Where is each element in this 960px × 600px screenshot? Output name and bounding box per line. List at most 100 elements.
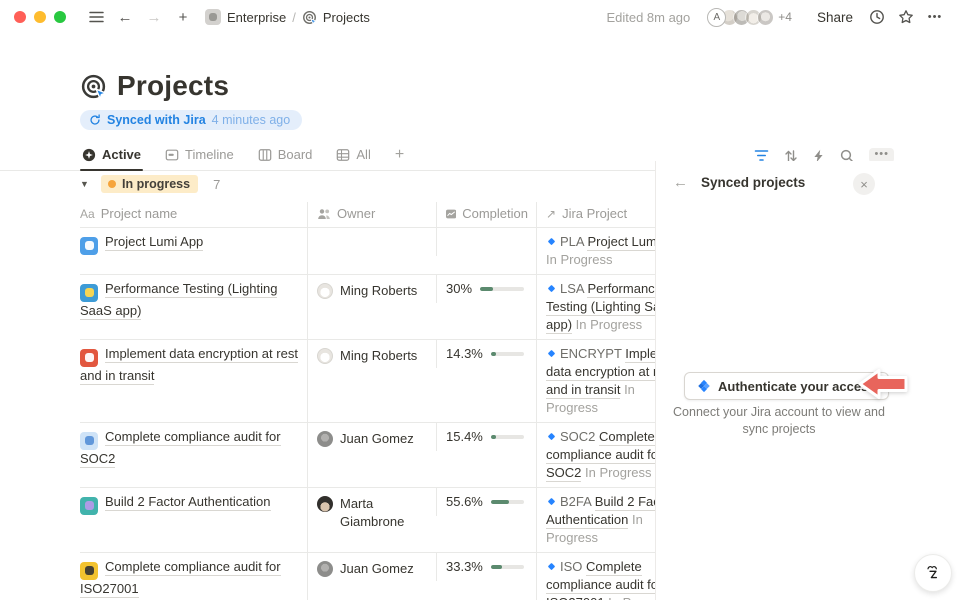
project-name-link[interactable]: Complete compliance audit for SOC2 — [80, 429, 281, 468]
jira-logo-icon — [697, 379, 711, 393]
project-name-cell[interactable]: Complete compliance audit for ISO27001 — [80, 553, 307, 600]
collapse-triangle-icon[interactable]: ▼ — [80, 179, 92, 189]
breadcrumb-page[interactable]: Projects — [323, 10, 370, 25]
tab-label: All — [356, 147, 370, 162]
project-name-link[interactable]: Complete compliance audit for ISO27001 — [80, 559, 281, 598]
project-name-link[interactable]: Project Lumi App — [105, 234, 203, 251]
new-page-icon[interactable]: + — [172, 6, 194, 28]
progress-bar — [491, 435, 524, 439]
back-icon[interactable]: ← — [114, 6, 136, 28]
column-header-jira-project[interactable]: ↗ Jira Project — [536, 202, 655, 227]
table-row[interactable]: Build 2 Factor Authentication Marta Giamb… — [80, 488, 655, 553]
synced-time: 4 minutes ago — [212, 113, 291, 127]
projects-table: ▼ In progress 7 Aa Project name Owner Co… — [80, 165, 655, 600]
completion-cell[interactable]: 55.6% — [436, 488, 536, 516]
project-name-cell[interactable]: Complete compliance audit for SOC2 — [80, 423, 307, 487]
owner-cell[interactable]: Marta Giambrone — [307, 488, 436, 552]
owner-cell[interactable]: Juan Gomez — [307, 553, 436, 600]
owner-cell[interactable]: Ming Roberts — [307, 340, 436, 422]
completion-cell[interactable]: 14.3% — [436, 340, 536, 368]
panel-close-icon[interactable]: × — [853, 173, 875, 195]
project-icon — [80, 432, 98, 450]
project-name-cell[interactable]: Project Lumi App — [80, 228, 307, 274]
red-pointer-arrow — [857, 367, 909, 401]
jira-diamond-icon — [546, 496, 557, 507]
jira-diamond-icon — [546, 431, 557, 442]
project-name-cell[interactable]: Performance Testing (Lighting SaaS app) — [80, 275, 307, 339]
status-badge: In progress — [101, 175, 198, 193]
viewer-avatars[interactable]: A +4 — [707, 8, 802, 27]
column-label: Project name — [101, 206, 178, 221]
owner-name: Ming Roberts — [340, 282, 417, 300]
avatar: A — [707, 8, 726, 27]
progress-fill — [480, 287, 493, 291]
project-icon — [80, 562, 98, 580]
workspace-icon[interactable] — [205, 9, 221, 25]
jira-cell[interactable]: LSA Performance Testing (Lighting SaaS a… — [536, 275, 655, 339]
owner-cell[interactable]: Ming Roberts — [307, 275, 436, 339]
column-header-owner[interactable]: Owner — [307, 202, 436, 227]
jira-key: ISO — [560, 559, 582, 574]
project-name-link[interactable]: Implement data encryption at rest and in… — [80, 346, 298, 385]
minimize-window-button[interactable] — [34, 11, 46, 23]
group-header[interactable]: ▼ In progress 7 — [80, 171, 655, 197]
project-name-link[interactable]: Build 2 Factor Authentication — [105, 494, 271, 511]
completion-value: 30% — [446, 280, 472, 298]
completion-cell[interactable]: 33.3% — [436, 553, 536, 581]
column-header-completion[interactable]: Completion — [436, 202, 536, 227]
notion-ai-face-button[interactable] — [914, 554, 952, 592]
owner-cell[interactable]: Juan Gomez — [307, 423, 436, 487]
completion-value: 15.4% — [446, 428, 483, 446]
owner-avatar — [317, 283, 333, 299]
owner-cell[interactable] — [307, 228, 436, 274]
table-row[interactable]: Performance Testing (Lighting SaaS app) M… — [80, 275, 655, 340]
page-target-icon[interactable] — [80, 73, 107, 100]
completion-cell[interactable]: 15.4% — [436, 423, 536, 451]
owner-name: Ming Roberts — [340, 347, 417, 365]
column-header-project-name[interactable]: Aa Project name — [80, 202, 307, 227]
jira-status: In Progress — [546, 252, 612, 267]
jira-title-link[interactable]: Project Lumi App — [587, 234, 655, 251]
share-button[interactable]: Share — [817, 10, 853, 25]
close-window-button[interactable] — [14, 11, 26, 23]
favorite-star-icon[interactable] — [895, 6, 917, 28]
tab-label: Board — [278, 147, 313, 162]
tab-label: Active — [102, 147, 141, 162]
completion-value: 33.3% — [446, 558, 483, 576]
progress-bar — [480, 287, 524, 291]
jira-cell[interactable]: ISO Complete compliance audit for ISO270… — [536, 553, 655, 600]
project-name-cell[interactable]: Build 2 Factor Authentication — [80, 488, 307, 552]
breadcrumb: Enterprise / Projects — [205, 9, 370, 25]
owner-avatar — [317, 561, 333, 577]
synced-label: Synced with Jira — [107, 113, 206, 127]
jira-cell[interactable]: ENCRYPT Implement data encryption at res… — [536, 340, 655, 422]
owner-avatar — [317, 348, 333, 364]
owner-name: Marta Giambrone — [340, 495, 428, 531]
jira-cell[interactable]: B2FA Build 2 Factor Authentication In Pr… — [536, 488, 655, 552]
sidebar-toggle-icon[interactable] — [85, 6, 107, 28]
last-edited-label: Edited 8m ago — [606, 10, 690, 25]
more-options-icon[interactable]: ••• — [924, 6, 946, 28]
table-row[interactable]: Complete compliance audit for SOC2 Juan G… — [80, 423, 655, 488]
project-name-link[interactable]: Performance Testing (Lighting SaaS app) — [80, 281, 277, 320]
people-icon — [317, 208, 331, 220]
project-name-cell[interactable]: Implement data encryption at rest and in… — [80, 340, 307, 422]
jira-cell[interactable]: SOC2 Complete compliance audit for SOC2 … — [536, 423, 655, 487]
authenticate-button-label: Authenticate your access — [718, 379, 876, 394]
panel-back-icon[interactable]: ← — [673, 174, 688, 191]
project-icon — [80, 237, 98, 255]
page-title: Projects — [117, 70, 229, 102]
breadcrumb-workspace[interactable]: Enterprise — [227, 10, 286, 25]
completion-cell[interactable]: 30% — [436, 275, 536, 303]
history-icon[interactable] — [866, 6, 888, 28]
jira-cell[interactable]: PLA Project Lumi App In Progress — [536, 228, 655, 274]
completion-cell[interactable] — [436, 228, 536, 256]
zoom-window-button[interactable] — [54, 11, 66, 23]
window-titlebar: ← → + Enterprise / Projects Edited 8m ag… — [0, 0, 960, 34]
table-row[interactable]: Implement data encryption at rest and in… — [80, 340, 655, 423]
synced-with-jira-badge[interactable]: Synced with Jira 4 minutes ago — [80, 110, 302, 130]
table-row[interactable]: Complete compliance audit for ISO27001 Ju… — [80, 553, 655, 600]
table-row[interactable]: Project Lumi AppPLA Project Lumi App In … — [80, 228, 655, 275]
project-icon — [80, 349, 98, 367]
forward-icon: → — [143, 6, 165, 28]
